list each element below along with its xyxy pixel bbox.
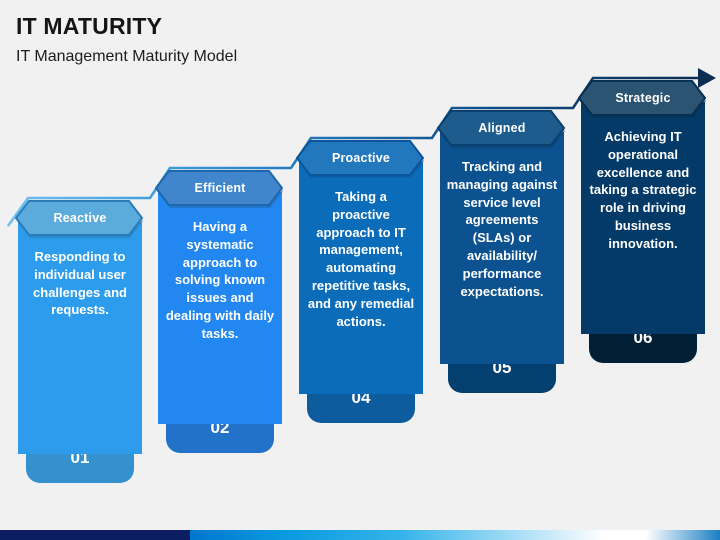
stage-badge-label: Efficient [194, 181, 246, 195]
stage-description-proactive: Taking a proactive approach to IT manage… [299, 162, 423, 394]
stage-description-text: Having a systematic approach to solving … [165, 219, 275, 341]
footer-accent-bar-gradient [190, 530, 720, 540]
footer-accent-bar-dark [0, 530, 190, 540]
stage-description-efficient: Having a systematic approach to solving … [158, 192, 282, 424]
stage-badge-label: Reactive [53, 211, 107, 225]
stage-badge-efficient[interactable]: Efficient [154, 170, 286, 210]
stage-badge-label: Strategic [615, 91, 671, 105]
stage-badge-proactive[interactable]: Proactive [295, 140, 427, 180]
stage-description-reactive: Responding to individual user challenges… [18, 222, 142, 454]
stage-description-text: Tracking and managing against service le… [446, 159, 558, 299]
stage-description-text: Taking a proactive approach to IT manage… [307, 189, 415, 329]
stage-description-aligned: Tracking and managing against service le… [440, 132, 564, 364]
stage-badge-strategic[interactable]: Strategic [577, 80, 709, 120]
maturity-stage-list: 01 Responding to individual user challen… [0, 0, 720, 540]
stage-badge-reactive[interactable]: Reactive [14, 200, 146, 240]
stage-badge-aligned[interactable]: Aligned [436, 110, 568, 150]
footer-accent-bar [0, 530, 720, 540]
stage-description-strategic: Achieving IT operational excellence and … [581, 102, 705, 334]
stage-badge-label: Proactive [331, 151, 391, 165]
stage-badge-label: Aligned [478, 121, 526, 135]
stage-description-text: Responding to individual user challenges… [33, 249, 127, 318]
stage-description-text: Achieving IT operational excellence and … [589, 129, 697, 251]
